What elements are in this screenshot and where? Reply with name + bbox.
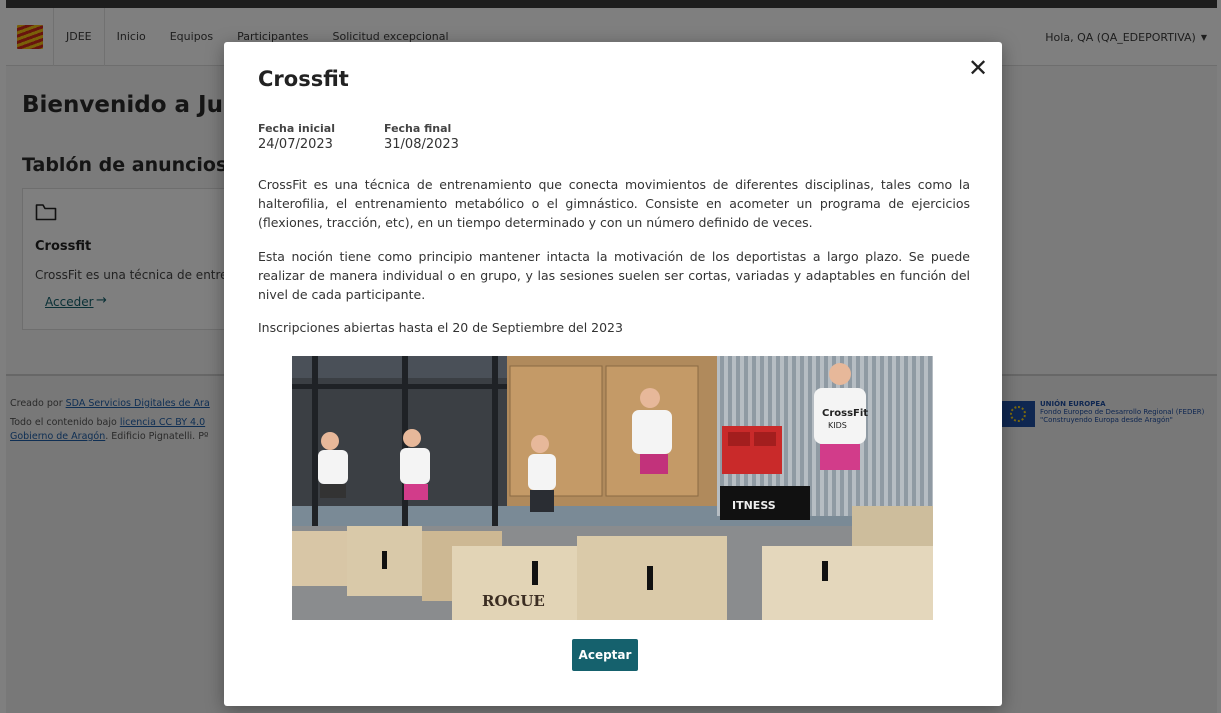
shirt-brand-text: CrossFit [822, 408, 868, 419]
description-paragraph-1: CrossFit es una técnica de entrenamiento… [258, 177, 970, 230]
accept-button[interactable]: Aceptar [572, 639, 638, 671]
end-date-label: Fecha final [384, 122, 452, 135]
close-icon[interactable]: ✕ [964, 54, 992, 82]
crossfit-kids-photo: ITNESS ROGUE CrossFit KIDS [292, 356, 933, 620]
shirt-sub-text: KIDS [828, 421, 847, 430]
modal-title: Crossfit [258, 67, 349, 91]
end-date-value: 31/08/2023 [384, 137, 459, 152]
crossfit-photo-illustration: ITNESS ROGUE CrossFit KIDS [292, 356, 933, 620]
crossfit-modal: Crossfit ✕ Fecha inicial 24/07/2023 Fech… [224, 42, 1002, 706]
description-paragraph-2: Esta noción tiene como principio mantene… [258, 249, 970, 302]
start-date-block: Fecha inicial 24/07/2023 [258, 122, 335, 152]
end-date-block: Fecha final 31/08/2023 [384, 122, 459, 152]
banner-text: ITNESS [732, 499, 776, 512]
box-brand-text: ROGUE [482, 592, 545, 610]
start-date-label: Fecha inicial [258, 122, 335, 135]
inscripciones-text: Inscripciones abiertas hasta el 20 de Se… [258, 320, 623, 335]
start-date-value: 24/07/2023 [258, 137, 333, 152]
